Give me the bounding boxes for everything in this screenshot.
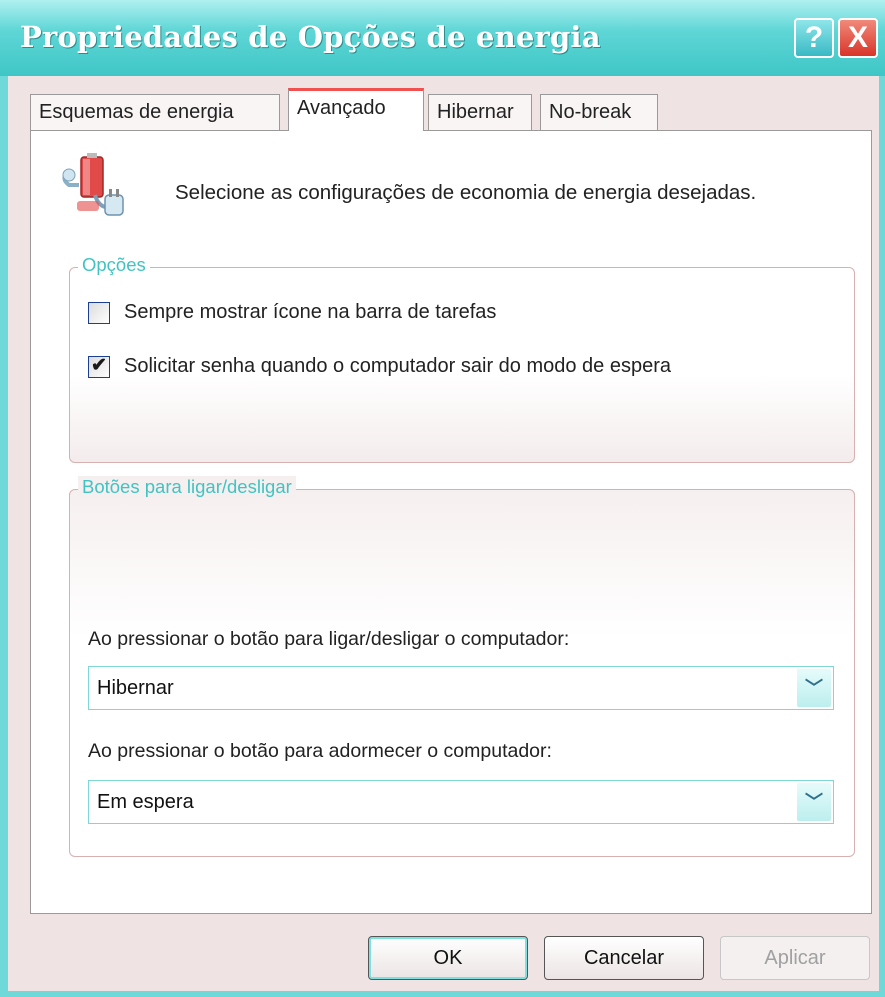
ok-button[interactable]: OK [368, 936, 528, 980]
tab-hibernar[interactable]: Hibernar [428, 94, 532, 130]
tab-avancado[interactable]: Avançado [288, 88, 424, 131]
checkmark-icon: ✔ [91, 355, 107, 376]
power-button-select-value: Hibernar [97, 677, 174, 699]
sleep-button-label: Ao pressionar o botão para adormecer o c… [88, 740, 552, 762]
window-title: Propriedades de Opções de energia [20, 20, 601, 54]
prompt-password-checkbox[interactable]: ✔ [88, 355, 110, 378]
battery-plug-icon [59, 151, 135, 219]
power-buttons-group-legend: Botões para ligar/desligar [78, 476, 296, 498]
intro-text: Selecione as configurações de economia d… [175, 181, 757, 204]
apply-button[interactable]: Aplicar [720, 936, 870, 980]
chevron-down-icon[interactable]: ﹀ [797, 669, 831, 707]
show-tray-icon-checkbox[interactable] [88, 302, 110, 324]
cancel-button[interactable]: Cancelar [544, 936, 704, 980]
help-icon[interactable]: ? [794, 18, 834, 58]
title-bar[interactable]: Propriedades de Opções de energia ? X [0, 0, 885, 76]
prompt-password-label[interactable]: Solicitar senha quando o computador sair… [124, 355, 671, 378]
sleep-button-select[interactable]: Em espera ﹀ [88, 780, 834, 824]
chevron-down-icon[interactable]: ﹀ [797, 783, 831, 821]
close-icon[interactable]: X [838, 18, 878, 58]
show-tray-icon-label[interactable]: Sempre mostrar ícone na barra de tarefas [124, 301, 496, 324]
power-buttons-group: Botões para ligar/desligar Ao pressionar… [69, 476, 855, 857]
tab-no-break[interactable]: No-break [540, 94, 658, 130]
advanced-tab-panel: Selecione as configurações de economia d… [30, 130, 872, 914]
options-group: Opções Sempre mostrar ícone na barra de … [69, 254, 855, 463]
power-button-select[interactable]: Hibernar ﹀ [88, 666, 834, 710]
sleep-button-select-value: Em espera [97, 791, 194, 813]
power-button-label: Ao pressionar o botão para ligar/desliga… [88, 628, 570, 650]
power-options-window: Propriedades de Opções de energia ? X Es… [0, 0, 885, 997]
options-group-legend: Opções [78, 254, 150, 276]
tab-esquemas-de-energia[interactable]: Esquemas de energia [30, 94, 280, 130]
